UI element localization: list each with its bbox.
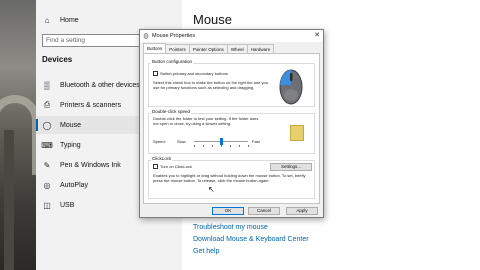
mouse-icon: ◯ [42, 120, 52, 130]
cancel-button[interactable]: Cancel [248, 207, 280, 215]
clicklock-settings-button[interactable]: Settings... [270, 163, 312, 171]
mouse-properties-dialog: Mouse Properties ✕ Buttons Pointers Poin… [139, 29, 324, 218]
tab-buttons[interactable]: Buttons [143, 43, 167, 53]
dialog-titlebar[interactable]: Mouse Properties ✕ [140, 30, 323, 42]
sidebar-item-label: Bluetooth & other devices [60, 81, 140, 89]
printer-icon: ⎙ [43, 100, 51, 109]
mouse-cursor-icon: ↖ [208, 185, 215, 194]
pen-icon: ✎ [43, 160, 51, 170]
home-icon: ⌂ [44, 15, 50, 25]
fast-label: Fast [252, 139, 260, 144]
mouse-small-icon [143, 33, 149, 39]
search-placeholder: Find a setting [46, 37, 86, 44]
slider-tick [239, 145, 240, 147]
sidebar-item-label: Pen & Windows Ink [60, 161, 121, 169]
apply-button[interactable]: Apply [286, 207, 318, 215]
slider-tick [212, 145, 213, 147]
troubleshoot-link[interactable]: Troubleshoot my mouse [193, 224, 268, 231]
bluetooth-icon: ▒ [44, 80, 50, 90]
section-title: Devices [42, 55, 73, 64]
usb-icon: ◫ [43, 200, 51, 210]
slider-tick [230, 145, 231, 147]
tab-pointer-options[interactable]: Pointer Options [188, 44, 228, 53]
buttons-panel: Button configuration Switch primary and … [143, 53, 320, 204]
mouse-illustration-icon [279, 69, 303, 105]
slider-tick [194, 145, 195, 147]
sidebar-item-label: USB [60, 201, 75, 209]
sidebar-item-home[interactable]: ⌂ Home [36, 11, 182, 29]
autoplay-icon: ◎ [43, 180, 51, 190]
page-title: Mouse [193, 12, 233, 27]
keyboard-icon: ⌨ [41, 140, 53, 150]
tab-hardware[interactable]: Hardware [246, 44, 275, 53]
slow-label: Slow [177, 139, 186, 144]
test-folder-icon[interactable] [290, 125, 304, 141]
double-click-description: Double-click the folder to test your set… [153, 116, 259, 126]
sidebar-item-label: AutoPlay [60, 181, 89, 189]
dialog-title: Mouse Properties [152, 33, 196, 39]
tab-pointers[interactable]: Pointers [165, 44, 190, 53]
speed-slider-thumb[interactable] [219, 138, 223, 145]
sidebar-item-label: Home [60, 16, 79, 24]
button-config-description: Select this check box to make the button… [153, 80, 268, 90]
sidebar-item-label: Mouse [60, 121, 82, 129]
get-help-link[interactable]: Get help [193, 248, 219, 255]
button-config-label: Button configuration [151, 59, 194, 64]
switch-buttons-label: Switch primary and secondary buttons [160, 71, 228, 76]
sidebar-item-label: Typing [60, 141, 81, 149]
slider-tick [203, 145, 204, 147]
slider-tick [248, 145, 249, 147]
wallpaper-pillar [4, 130, 14, 270]
slider-tick [221, 145, 222, 147]
clicklock-description: Enables you to highlight or drag without… [153, 173, 306, 183]
clicklock-checkbox-label: Turn on ClickLock [160, 164, 192, 169]
speed-label: Speed: [153, 139, 166, 144]
ok-button[interactable]: OK [212, 207, 244, 215]
clicklock-checkbox[interactable] [153, 164, 158, 169]
tab-wheel[interactable]: Wheel [226, 44, 248, 53]
sidebar-item-label: Printers & scanners [60, 101, 122, 109]
clicklock-label: ClickLock [151, 156, 173, 161]
download-link[interactable]: Download Mouse & Keyboard Center [193, 236, 309, 243]
double-click-label: Double-click speed [151, 109, 192, 114]
switch-buttons-checkbox[interactable] [153, 71, 158, 76]
desktop-wallpaper [0, 0, 36, 270]
dialog-tabs: Buttons Pointers Pointer Options Wheel H… [143, 43, 275, 53]
close-icon[interactable]: ✕ [314, 31, 320, 39]
